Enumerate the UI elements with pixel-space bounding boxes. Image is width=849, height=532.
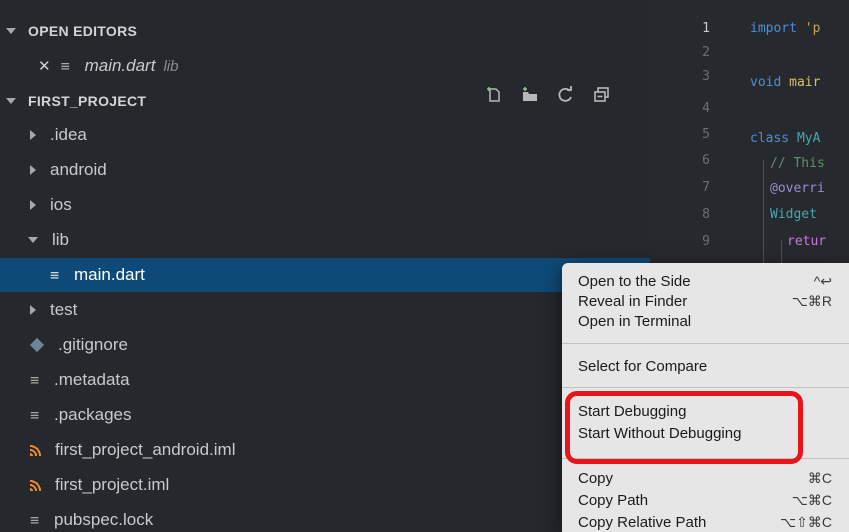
code-line: class MyA — [750, 131, 821, 146]
menu-separator — [562, 387, 849, 388]
chevron-right-icon — [30, 200, 36, 210]
line-number: 2 — [702, 45, 710, 60]
chevron-right-icon — [30, 130, 36, 140]
menu-item-open-in-terminal[interactable]: Open in Terminal — [578, 313, 840, 330]
open-editors-title: OPEN EDITORS — [28, 23, 138, 39]
tree-item-pubspec-lock[interactable]: ≡ pubspec.lock — [0, 503, 650, 532]
menu-item-copy[interactable]: Copy ⌘C — [578, 470, 840, 487]
line-number: 3 — [702, 69, 710, 84]
refresh-icon[interactable] — [548, 86, 584, 109]
tree-item-packages[interactable]: ≡ .packages — [0, 398, 650, 432]
file-lines-icon: ≡ — [50, 265, 60, 284]
tree-item-label: pubspec.lock — [54, 510, 154, 529]
tree-item-label: .packages — [54, 405, 132, 424]
menu-item-shortcut: ⌘C — [807, 470, 832, 486]
menu-separator — [562, 343, 849, 344]
menu-item-copy-path[interactable]: Copy Path ⌥⌘C — [578, 492, 840, 509]
code-line: retur — [787, 234, 827, 249]
project-title: FIRST_PROJECT — [28, 93, 147, 109]
menu-item-open-to-side[interactable]: Open to the Side ^↩ — [578, 273, 840, 290]
rss-icon — [30, 444, 41, 456]
chevron-right-icon — [30, 165, 36, 175]
tree-item-label: test — [50, 300, 78, 319]
menu-item-shortcut: ⌥⌘C — [791, 492, 832, 508]
file-lines-icon: ≡ — [30, 510, 40, 529]
tree-item-label: ios — [50, 195, 72, 214]
menu-item-label: Open to the Side — [578, 273, 691, 290]
debug-highlight-annotation — [565, 391, 803, 464]
line-number: 9 — [702, 234, 710, 249]
tree-item-gitignore[interactable]: .gitignore — [0, 328, 650, 362]
rss-icon — [30, 479, 41, 491]
menu-item-label: Select for Compare — [578, 358, 708, 375]
tree-item-test[interactable]: test — [0, 293, 650, 327]
line-number: 4 — [702, 101, 710, 116]
menu-item-label: Reveal in Finder — [578, 293, 688, 310]
tree-item-lib[interactable]: lib — [0, 223, 650, 257]
explorer-panel: OPEN EDITORS ✕ ≡ main.dart lib FIRST_PRO… — [0, 0, 650, 532]
line-number: 6 — [702, 153, 710, 168]
menu-item-shortcut — [832, 313, 840, 330]
line-number: 5 — [702, 127, 710, 142]
close-icon[interactable]: ✕ — [38, 57, 51, 75]
menu-item-shortcut: ⌥⌘R — [791, 293, 832, 309]
file-lines-icon: ≡ — [30, 405, 40, 424]
tree-item-label: .metadata — [54, 370, 130, 389]
open-editor-folder: lib — [163, 57, 179, 75]
menu-item-label: Copy — [578, 470, 614, 487]
new-folder-icon[interactable] — [512, 86, 548, 109]
open-editor-filename: main.dart — [84, 56, 156, 75]
tree-item-project-iml[interactable]: first_project.iml — [0, 468, 650, 502]
chevron-down-icon — [28, 237, 38, 243]
code-line: import 'p — [750, 21, 821, 36]
tree-item-label: .gitignore — [58, 335, 128, 354]
tree-item-label: lib — [52, 230, 70, 249]
git-diamond-icon — [29, 337, 45, 353]
chevron-down-icon — [6, 28, 16, 34]
menu-item-shortcut: ⌥⇧⌘C — [780, 514, 832, 530]
tree-item-ios[interactable]: ios — [0, 188, 650, 222]
tree-item-label: android — [50, 160, 107, 179]
tree-item-android-iml[interactable]: first_project_android.iml — [0, 433, 650, 467]
tree-item-android[interactable]: android — [0, 153, 650, 187]
open-editors-header[interactable]: OPEN EDITORS — [0, 14, 650, 48]
file-lines-icon: ≡ — [60, 56, 70, 75]
file-lines-icon: ≡ — [30, 370, 40, 389]
menu-item-copy-relative-path[interactable]: Copy Relative Path ⌥⇧⌘C — [578, 514, 840, 531]
tree-item-main-dart[interactable]: ≡ main.dart — [0, 258, 650, 292]
menu-item-select-for-compare[interactable]: Select for Compare — [578, 358, 840, 375]
collapse-all-icon[interactable] — [584, 86, 620, 109]
chevron-right-icon — [30, 305, 36, 315]
code-line: void mair — [750, 75, 821, 90]
menu-item-label: Copy Path — [578, 492, 649, 509]
open-editor-item[interactable]: ✕ ≡ main.dart lib — [0, 49, 650, 83]
code-line: Widget — [770, 207, 817, 222]
tree-item-label: first_project.iml — [55, 475, 170, 494]
tree-item-metadata[interactable]: ≡ .metadata — [0, 363, 650, 397]
menu-item-reveal-in-finder[interactable]: Reveal in Finder ⌥⌘R — [578, 293, 840, 310]
tree-item-idea[interactable]: .idea — [0, 118, 650, 152]
chevron-down-icon — [6, 98, 16, 104]
tree-item-label: first_project_android.iml — [55, 440, 236, 459]
code-line: @overri — [770, 181, 825, 196]
tree-item-label: main.dart — [74, 265, 145, 284]
menu-item-shortcut: ^↩ — [813, 273, 832, 289]
code-line: // This — [770, 156, 825, 171]
indent-guide — [763, 160, 764, 270]
tree-item-label: .idea — [50, 125, 87, 144]
menu-item-label: Copy Relative Path — [578, 514, 707, 531]
line-number: 7 — [702, 180, 710, 195]
new-file-icon[interactable] — [476, 86, 512, 109]
explorer-header-actions — [476, 86, 620, 109]
line-number: 8 — [702, 207, 710, 222]
line-number: 1 — [702, 21, 710, 36]
menu-item-label: Open in Terminal — [578, 313, 692, 330]
